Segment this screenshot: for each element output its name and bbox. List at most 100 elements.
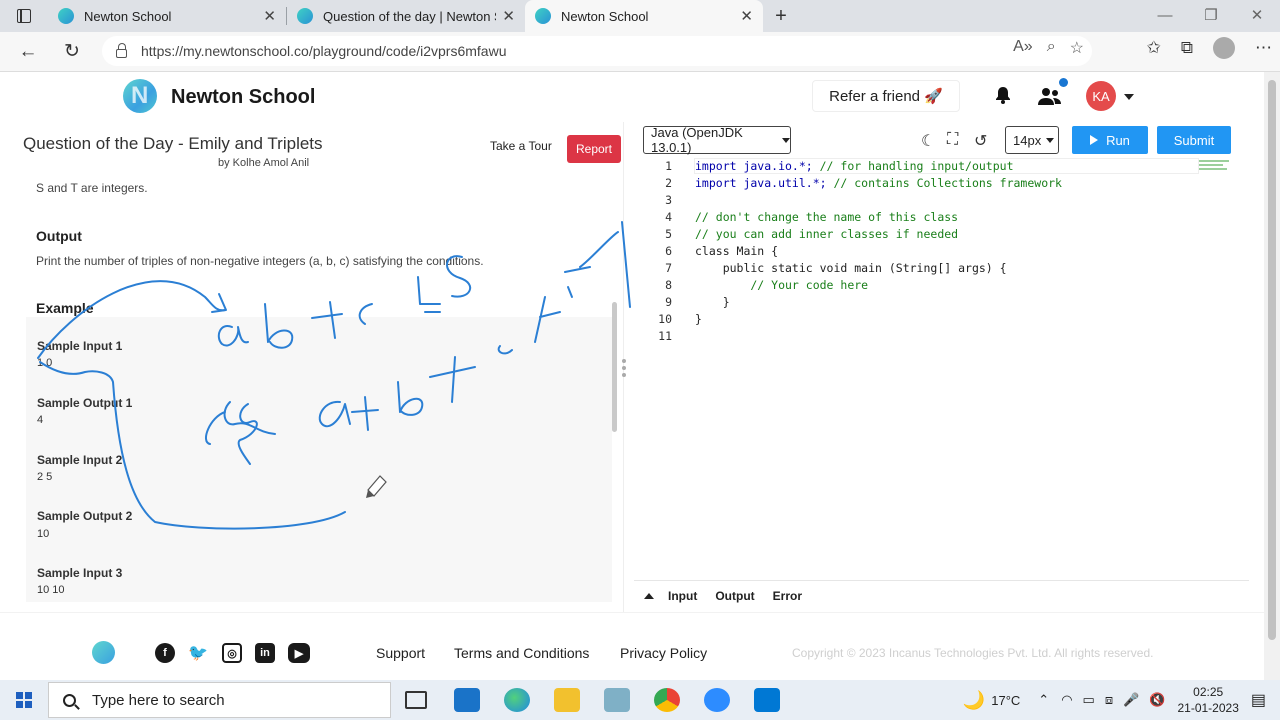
window-controls: — ❐ ✕ [1142, 0, 1280, 32]
chevron-up-icon[interactable] [644, 592, 654, 599]
notes-app-icon[interactable] [604, 688, 630, 712]
search-placeholder: Type here to search [92, 691, 225, 709]
footer-link-terms[interactable]: Terms and Conditions [454, 645, 589, 661]
problem-content[interactable]: S and T are integers. Output Print the n… [26, 177, 622, 602]
microphone-icon[interactable]: 🎤 [1123, 692, 1139, 708]
line-number: 3 [665, 193, 672, 207]
file-explorer-icon[interactable] [554, 688, 580, 712]
tab-error[interactable]: Error [773, 589, 802, 603]
submit-button[interactable]: Submit [1157, 126, 1231, 154]
instagram-icon[interactable]: ◎ [222, 643, 242, 663]
problem-scrollbar[interactable] [612, 182, 618, 602]
minimize-icon[interactable]: — [1142, 0, 1188, 32]
newton-favicon-icon [297, 8, 313, 24]
tab-output[interactable]: Output [715, 589, 754, 603]
language-select[interactable]: Java (OpenJDK 13.0.1) [643, 125, 791, 155]
newton-logo-icon[interactable] [92, 641, 115, 664]
problem-title: Question of the Day - Emily and Triplets [23, 134, 323, 153]
community-icon[interactable] [1038, 86, 1062, 106]
more-menu-icon[interactable]: ⋯ [1255, 38, 1272, 58]
url-actions: A» ⌕ ☆ [1013, 38, 1084, 58]
collections-icon[interactable]: ⧉ [1181, 38, 1193, 58]
chevron-up-icon[interactable]: ⌃ [1038, 692, 1049, 708]
restore-icon[interactable]: ❐ [1188, 0, 1234, 32]
facebook-icon[interactable]: f [155, 643, 175, 663]
notification-bell-icon[interactable] [994, 86, 1012, 104]
profile-icon[interactable] [1213, 37, 1235, 59]
panel-splitter-handle[interactable] [622, 359, 626, 379]
sample-label: Sample Input 1 [37, 339, 123, 353]
system-tray: 🌙 17°C ⌃ ◠ ▭ ⧈ 🎤 🔇 02:25 21-01-2023 ▤ [963, 680, 1280, 720]
line-number: 11 [658, 329, 672, 343]
sample-label: Sample Input 3 [37, 566, 123, 580]
task-view-icon[interactable] [405, 691, 427, 709]
read-aloud-icon[interactable]: A» [1013, 38, 1033, 58]
newton-favicon-icon [58, 8, 74, 24]
zoom-icon[interactable]: ⌕ [1047, 38, 1056, 58]
browser-tab-3-active[interactable]: Newton School ✕ [525, 0, 763, 32]
start-button[interactable] [0, 680, 48, 720]
font-size-select[interactable]: 14px [1005, 126, 1059, 154]
youtube-icon[interactable]: ▶ [288, 643, 310, 663]
take-tour-button[interactable]: Take a Tour [490, 139, 552, 153]
taskbar-search[interactable]: Type here to search [48, 682, 391, 718]
temperature[interactable]: 17°C [991, 693, 1020, 708]
date: 21-01-2023 [1177, 701, 1239, 715]
line-number: 10 [658, 312, 672, 326]
close-window-icon[interactable]: ✕ [1234, 0, 1280, 32]
tab-input[interactable]: Input [668, 589, 697, 603]
favorites-icon[interactable]: ✩ [1147, 38, 1161, 58]
page-scrollbar[interactable] [1264, 72, 1280, 680]
add-favorite-icon[interactable]: ☆ [1070, 38, 1084, 58]
search-icon [63, 693, 76, 707]
code-line: import java.util.*; // contains Collecti… [695, 176, 1062, 190]
linkedin-icon[interactable]: in [255, 643, 275, 663]
battery-icon[interactable]: ▭ [1083, 692, 1095, 708]
chrome-icon[interactable] [654, 688, 680, 712]
close-tab-icon[interactable]: ✕ [740, 7, 753, 25]
refer-friend-button[interactable]: Refer a friend 🚀 [812, 80, 960, 112]
report-button[interactable]: Report [567, 135, 621, 163]
browser-tab-2[interactable]: Question of the day | Newton Sc ✕ [287, 0, 525, 32]
brand-name[interactable]: Newton School [171, 86, 315, 109]
page-scrollbar-thumb[interactable] [1268, 80, 1276, 640]
code-editor[interactable]: 1 2 3 4 5 6 7 8 9 10 11 import java.io.*… [634, 158, 1249, 578]
code-line: public static void main (String[] args) … [695, 261, 1007, 275]
refresh-icon[interactable]: ↻ [50, 40, 94, 63]
reset-code-icon[interactable]: ↺ [974, 131, 987, 151]
close-tab-icon[interactable]: ✕ [263, 7, 276, 25]
notification-center-icon[interactable]: ▤ [1251, 690, 1266, 710]
dark-mode-icon[interactable]: ☾ [921, 131, 935, 151]
tab-actions-icon[interactable] [0, 0, 48, 32]
back-icon[interactable]: ← [6, 41, 50, 63]
address-toolbar: ← ↻ https://my.newtonschool.co/playgroun… [0, 32, 1280, 72]
sample-value: 10 [37, 528, 50, 540]
line-number: 4 [665, 210, 672, 224]
twitter-icon[interactable]: 🐦 [188, 643, 208, 663]
editor-panel: Java (OpenJDK 13.0.1) ☾ ⛶ ↺ 14px Run Sub… [634, 122, 1252, 612]
footer-link-support[interactable]: Support [376, 645, 425, 661]
wifi-icon[interactable]: ◠ [1061, 692, 1072, 708]
browser-tab-1[interactable]: Newton School ✕ [48, 0, 286, 32]
vscode-icon[interactable] [754, 688, 780, 712]
code-line: } [695, 295, 730, 309]
mail-icon[interactable] [454, 688, 480, 712]
meet-icon[interactable]: ⧈ [1105, 692, 1113, 708]
newton-logo-icon[interactable] [123, 79, 157, 113]
user-avatar[interactable]: KA [1086, 81, 1116, 111]
code-minimap[interactable] [1199, 160, 1233, 174]
sample-label: Sample Output 2 [37, 509, 133, 523]
windows-logo-icon [16, 692, 32, 708]
close-tab-icon[interactable]: ✕ [502, 7, 515, 25]
weather-icon[interactable]: 🌙 [963, 690, 985, 711]
chevron-down-icon[interactable] [1124, 94, 1134, 100]
run-button[interactable]: Run [1072, 126, 1148, 154]
edge-browser-icon[interactable] [504, 688, 530, 712]
new-tab-icon[interactable]: + [763, 5, 799, 28]
url-field[interactable]: https://my.newtonschool.co/playground/co… [102, 36, 1092, 66]
fullscreen-icon[interactable]: ⛶ [947, 131, 958, 149]
footer-link-privacy[interactable]: Privacy Policy [620, 645, 707, 661]
clock[interactable]: 02:25 21-01-2023 [1177, 684, 1238, 716]
volume-muted-icon[interactable]: 🔇 [1149, 692, 1165, 708]
zoom-app-icon[interactable] [704, 688, 730, 712]
